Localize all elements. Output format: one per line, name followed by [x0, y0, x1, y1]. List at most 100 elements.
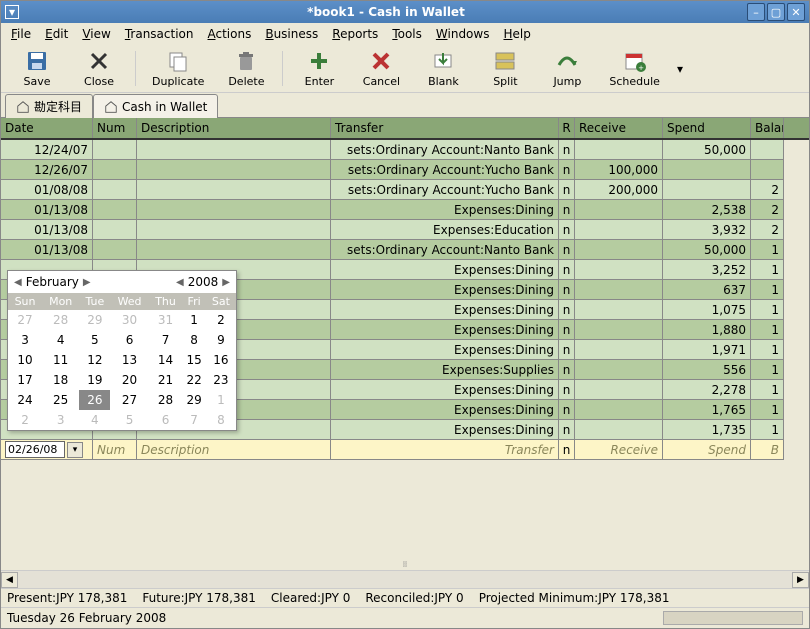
cell-receive[interactable]: [575, 140, 663, 160]
cell-spend[interactable]: 2,538: [663, 200, 751, 220]
cell-spend[interactable]: 1,765: [663, 400, 751, 420]
cal-day[interactable]: 2: [206, 310, 236, 330]
cell-transfer[interactable]: sets:Ordinary Account:Yucho Bank: [331, 180, 559, 200]
cell-r[interactable]: n: [559, 180, 575, 200]
cell-spend[interactable]: 1,971: [663, 340, 751, 360]
cell-r[interactable]: n: [559, 260, 575, 280]
col-header-date[interactable]: Date: [1, 118, 93, 138]
cell-transfer[interactable]: Expenses:Dining: [331, 260, 559, 280]
cal-day[interactable]: 4: [79, 410, 110, 430]
horizontal-scrollbar[interactable]: ◀ ▶: [1, 570, 809, 588]
menu-view[interactable]: View: [82, 27, 110, 41]
cell-date[interactable]: 01/13/08: [1, 240, 93, 260]
cell-receive[interactable]: [575, 220, 663, 240]
cell-transfer[interactable]: Expenses:Dining: [331, 420, 559, 440]
cell-r[interactable]: n: [559, 160, 575, 180]
col-header-receive[interactable]: Receive: [575, 118, 663, 138]
cell-r[interactable]: n: [559, 360, 575, 380]
cal-day[interactable]: 31: [149, 310, 183, 330]
menu-actions[interactable]: Actions: [208, 27, 252, 41]
cell-spend[interactable]: 2,278: [663, 380, 751, 400]
cell-receive[interactable]: [575, 340, 663, 360]
cell-spend[interactable]: 3,252: [663, 260, 751, 280]
cell-num[interactable]: [93, 160, 137, 180]
cal-day[interactable]: 10: [8, 350, 42, 370]
cal-day[interactable]: 7: [182, 410, 205, 430]
delete-button[interactable]: Delete: [216, 47, 276, 90]
cal-day[interactable]: 11: [42, 350, 79, 370]
cell-spend[interactable]: 1,735: [663, 420, 751, 440]
cell-desc[interactable]: [137, 200, 331, 220]
menu-transaction[interactable]: Transaction: [125, 27, 194, 41]
cal-day[interactable]: 3: [8, 330, 42, 350]
entry-desc-cell[interactable]: Description: [137, 440, 331, 460]
cell-date[interactable]: 12/26/07: [1, 160, 93, 180]
cell-desc[interactable]: [137, 240, 331, 260]
col-header-description[interactable]: Description: [137, 118, 331, 138]
cell-date[interactable]: 01/13/08: [1, 200, 93, 220]
cell-date[interactable]: 12/24/07: [1, 140, 93, 160]
tab-accounts[interactable]: 勘定科目: [5, 94, 93, 118]
cal-day[interactable]: 22: [182, 370, 205, 390]
cell-transfer[interactable]: Expenses:Supplies: [331, 360, 559, 380]
cal-day[interactable]: 9: [206, 330, 236, 350]
cal-day[interactable]: 12: [79, 350, 110, 370]
window-minimize-button[interactable]: –: [747, 3, 765, 21]
cell-date[interactable]: 01/13/08: [1, 220, 93, 240]
cell-num[interactable]: [93, 180, 137, 200]
cal-day[interactable]: 14: [149, 350, 183, 370]
cell-bal[interactable]: 1: [751, 320, 784, 340]
cell-transfer[interactable]: Expenses:Dining: [331, 280, 559, 300]
cal-day[interactable]: 13: [110, 350, 148, 370]
cal-day[interactable]: 5: [79, 330, 110, 350]
entry-receive-cell[interactable]: Receive: [575, 440, 663, 460]
cell-transfer[interactable]: Expenses:Dining: [331, 320, 559, 340]
cell-receive[interactable]: [575, 400, 663, 420]
cell-bal[interactable]: 2: [751, 180, 784, 200]
cell-date[interactable]: 01/08/08: [1, 180, 93, 200]
cell-num[interactable]: [93, 140, 137, 160]
cell-bal[interactable]: 1: [751, 360, 784, 380]
cell-bal[interactable]: 2: [751, 200, 784, 220]
cal-day[interactable]: 4: [42, 330, 79, 350]
cell-r[interactable]: n: [559, 140, 575, 160]
cal-day[interactable]: 29: [182, 390, 205, 410]
cell-bal[interactable]: 1: [751, 300, 784, 320]
entry-transfer-cell[interactable]: Transfer: [331, 440, 559, 460]
cell-receive[interactable]: 100,000: [575, 160, 663, 180]
cell-spend[interactable]: [663, 180, 751, 200]
cal-day[interactable]: 5: [110, 410, 148, 430]
scroll-track[interactable]: [18, 572, 792, 588]
cell-desc[interactable]: [137, 160, 331, 180]
cell-r[interactable]: n: [559, 220, 575, 240]
cell-spend[interactable]: 50,000: [663, 140, 751, 160]
cell-r[interactable]: n: [559, 420, 575, 440]
cell-bal[interactable]: 1: [751, 400, 784, 420]
cell-receive[interactable]: [575, 300, 663, 320]
cell-r[interactable]: n: [559, 240, 575, 260]
cell-receive[interactable]: [575, 280, 663, 300]
cal-day[interactable]: 19: [79, 370, 110, 390]
scroll-right-button[interactable]: ▶: [792, 572, 809, 588]
cell-spend[interactable]: 637: [663, 280, 751, 300]
menu-file[interactable]: File: [11, 27, 31, 41]
cell-r[interactable]: n: [559, 380, 575, 400]
cell-transfer[interactable]: sets:Ordinary Account:Nanto Bank: [331, 140, 559, 160]
scroll-left-button[interactable]: ◀: [1, 572, 18, 588]
col-header-r[interactable]: R: [559, 118, 575, 138]
cell-transfer[interactable]: Expenses:Dining: [331, 200, 559, 220]
cell-spend[interactable]: 50,000: [663, 240, 751, 260]
menu-edit[interactable]: Edit: [45, 27, 68, 41]
cell-num[interactable]: [93, 200, 137, 220]
window-menu-icon[interactable]: ▾: [5, 5, 19, 19]
cal-prev-month[interactable]: ◀: [14, 277, 22, 288]
cell-transfer[interactable]: Expenses:Dining: [331, 300, 559, 320]
schedule-button[interactable]: + Schedule: [599, 47, 670, 90]
cal-day[interactable]: 8: [206, 410, 236, 430]
cal-day[interactable]: 21: [149, 370, 183, 390]
cal-day[interactable]: 25: [42, 390, 79, 410]
menu-business[interactable]: Business: [265, 27, 318, 41]
cell-receive[interactable]: [575, 240, 663, 260]
cell-bal[interactable]: 1: [751, 340, 784, 360]
cell-r[interactable]: n: [559, 300, 575, 320]
